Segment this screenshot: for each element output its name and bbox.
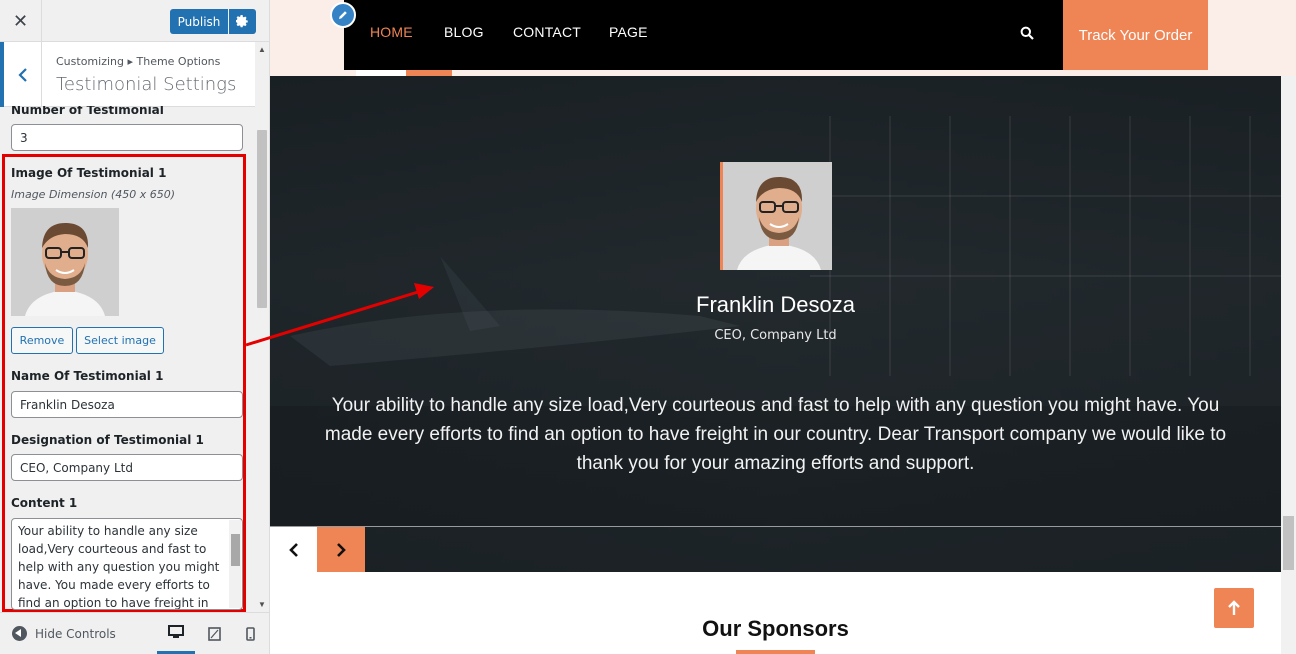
tablet-preview-button[interactable]: [195, 613, 233, 654]
textarea-scroll-thumb[interactable]: [231, 534, 240, 566]
testimonial-name: Franklin Desoza: [696, 292, 855, 317]
back-button[interactable]: [0, 42, 42, 107]
sidebar-scroll-thumb[interactable]: [257, 130, 267, 308]
arrow-up-icon: [1228, 600, 1240, 615]
mobile-icon: [245, 627, 255, 641]
main-navigation: HOME BLOG CONTACT PAGE Track Your Order: [344, 0, 1208, 70]
nav-home[interactable]: HOME: [370, 24, 413, 40]
close-icon: ✕: [12, 10, 29, 31]
desktop-icon: [168, 625, 184, 638]
testimonial-image-thumbnail: [11, 208, 119, 316]
sponsors-underline: [736, 650, 815, 654]
breadcrumb: Customizing ▸ Theme Options: [56, 55, 221, 68]
pencil-icon: [339, 11, 347, 19]
close-customizer-button[interactable]: ✕: [0, 0, 42, 42]
image-label: Image Of Testimonial 1: [11, 166, 167, 180]
site-preview: HOME BLOG CONTACT PAGE Track Your Order: [270, 0, 1296, 654]
slider-divider: [270, 526, 1281, 527]
testimonial-photo: [720, 162, 832, 270]
next-slide-button[interactable]: [317, 527, 365, 572]
hide-controls-button[interactable]: Hide Controls: [12, 626, 116, 641]
section-header: Customizing ▸ Theme Options Testimonial …: [0, 42, 255, 107]
sidebar-scrollbar[interactable]: [255, 42, 269, 612]
chevron-left-icon: [17, 67, 27, 82]
textarea-scrollbar[interactable]: [229, 520, 241, 608]
designation-input[interactable]: CEO, Company Ltd: [11, 454, 243, 481]
publish-button[interactable]: Publish: [170, 9, 228, 34]
edit-shortcut-button[interactable]: [330, 2, 356, 28]
track-order-button[interactable]: Track Your Order: [1063, 0, 1208, 70]
airport-background-image: [270, 116, 1281, 526]
mobile-preview-button[interactable]: [231, 613, 269, 654]
select-image-button[interactable]: Select image: [76, 327, 164, 354]
collapse-icon: [12, 626, 27, 641]
desktop-preview-button[interactable]: [157, 613, 195, 654]
publish-settings-button[interactable]: [229, 9, 256, 34]
tablet-icon: [207, 627, 221, 641]
scroll-down-arrow[interactable]: ▼: [257, 600, 267, 610]
content-text: Your ability to handle any size load,Ver…: [18, 524, 220, 610]
nav-blog[interactable]: BLOG: [444, 24, 484, 40]
remove-image-button[interactable]: Remove: [11, 327, 73, 354]
gear-icon: [236, 15, 248, 28]
search-button[interactable]: [1020, 26, 1038, 44]
nav-contact[interactable]: CONTACT: [513, 24, 581, 40]
content-textarea[interactable]: Your ability to handle any size load,Ver…: [11, 518, 243, 610]
sponsors-heading: Our Sponsors: [702, 616, 849, 641]
name-input[interactable]: Franklin Desoza: [11, 391, 243, 418]
image-dimension-note: Image Dimension (450 x 650): [11, 188, 175, 201]
testimonial-quote: Your ability to handle any size load,Ver…: [324, 395, 1227, 474]
scroll-up-arrow[interactable]: ▲: [257, 45, 267, 55]
previous-slide-button[interactable]: [270, 527, 317, 572]
section-title: Testimonial Settings: [56, 74, 237, 95]
name-label: Name Of Testimonial 1: [11, 369, 164, 383]
customizer-sidebar: ✕ Publish Customizing ▸ Theme Options Te…: [0, 0, 270, 654]
testimonial-section: Franklin Desoza CEO, Company Ltd Your ab…: [270, 76, 1281, 572]
search-icon: [1020, 26, 1034, 40]
designation-label: Designation of Testimonial 1: [11, 433, 204, 447]
hide-controls-label: Hide Controls: [35, 626, 116, 641]
nav-page[interactable]: PAGE: [609, 24, 648, 40]
content-label: Content 1: [11, 496, 78, 510]
testimonial-designation: CEO, Company Ltd: [714, 328, 837, 343]
customizer-footer: Hide Controls: [0, 612, 269, 654]
preview-scroll-thumb[interactable]: [1283, 516, 1294, 570]
customizer-header: ✕ Publish: [0, 0, 269, 42]
chevron-left-icon: [288, 542, 298, 557]
number-input[interactable]: 3: [11, 124, 243, 151]
chevron-right-icon: [337, 542, 346, 557]
